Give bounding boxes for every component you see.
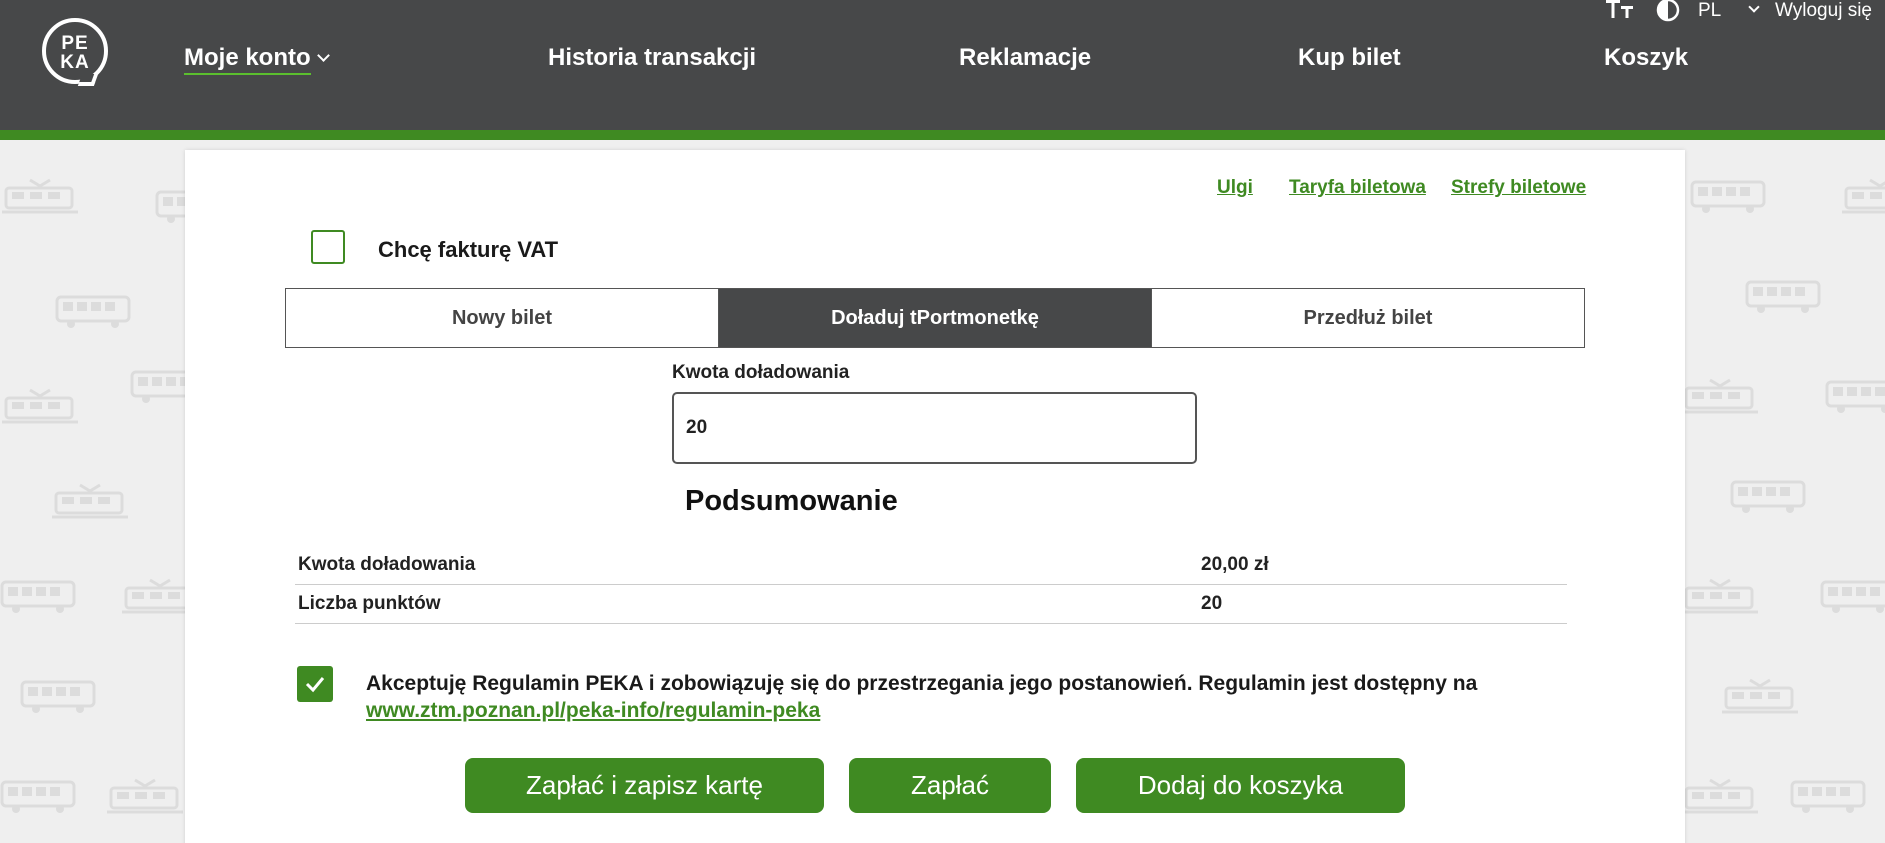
link-taryfa-biletowa[interactable]: Taryfa biletowa bbox=[1289, 177, 1426, 199]
nav-kup-bilet[interactable]: Kup bilet bbox=[1298, 44, 1401, 72]
bus-icon bbox=[55, 293, 135, 329]
contrast-icon[interactable] bbox=[1656, 0, 1680, 22]
summary-row-label: Kwota doładowania bbox=[298, 554, 476, 575]
tram-icon bbox=[1680, 778, 1760, 814]
chevron-down-icon bbox=[316, 49, 330, 62]
nav-koszyk[interactable]: Koszyk bbox=[1604, 44, 1688, 72]
tram-icon bbox=[1680, 378, 1760, 414]
tab-doladuj-tportmonetke[interactable]: Doładuj tPortmonetkę bbox=[719, 289, 1152, 347]
bus-icon bbox=[1745, 278, 1825, 314]
tram-icon bbox=[105, 778, 185, 814]
topup-card: Ulgi Taryfa biletowa Strefy biletowe Chc… bbox=[185, 150, 1685, 843]
bus-icon bbox=[0, 578, 80, 614]
amount-label: Kwota doładowania bbox=[672, 362, 850, 383]
checkmark-icon bbox=[305, 677, 325, 693]
bus-icon bbox=[1820, 578, 1885, 614]
text-size-icon[interactable] bbox=[1606, 0, 1634, 20]
nav-moje-konto[interactable]: Moje konto bbox=[184, 44, 330, 75]
add-to-cart-button[interactable]: Dodaj do koszyka bbox=[1076, 758, 1405, 813]
chevron-down-icon bbox=[1748, 1, 1760, 13]
page: PE KA Moje konto Historia transakcji Rek… bbox=[0, 0, 1885, 843]
tab-przedluz-bilet[interactable]: Przedłuż bilet bbox=[1152, 289, 1584, 347]
link-ulgi[interactable]: Ulgi bbox=[1217, 177, 1253, 199]
ticket-type-tabs: Nowy bilet Doładuj tPortmonetkę Przedłuż… bbox=[285, 288, 1585, 348]
vat-invoice-label: Chcę fakturę VAT bbox=[378, 237, 559, 262]
bus-icon bbox=[1730, 478, 1810, 514]
summary-row-value: 20,00 zł bbox=[1201, 554, 1269, 575]
nav-moje-konto-label: Moje konto bbox=[184, 44, 311, 75]
accept-terms-text: Akceptuję Regulamin PEKA i zobowiązuję s… bbox=[366, 672, 1478, 695]
logo-tail bbox=[77, 74, 99, 86]
tram-icon bbox=[50, 483, 130, 519]
logo-text-bottom: KA bbox=[60, 52, 90, 73]
regulamin-link[interactable]: www.ztm.poznan.pl/peka-info/regulamin-pe… bbox=[366, 699, 820, 723]
accept-terms-checkbox[interactable] bbox=[297, 666, 333, 702]
tram-icon bbox=[1680, 578, 1760, 614]
link-strefy-biletowe[interactable]: Strefy biletowe bbox=[1451, 177, 1586, 199]
tab-nowy-bilet[interactable]: Nowy bilet bbox=[286, 289, 719, 347]
tram-icon bbox=[0, 178, 80, 214]
summary-row: Liczba punktów 20 bbox=[295, 585, 1567, 624]
tram-icon bbox=[1840, 178, 1885, 214]
language-label: PL bbox=[1698, 0, 1721, 21]
logout-link[interactable]: Wyloguj się bbox=[1775, 0, 1872, 22]
header-green-stripe bbox=[0, 130, 1885, 140]
summary-row: Kwota doładowania 20,00 zł bbox=[295, 546, 1567, 585]
pay-button[interactable]: Zapłać bbox=[849, 758, 1051, 813]
bus-icon bbox=[20, 678, 100, 714]
language-select[interactable]: PL bbox=[1698, 0, 1760, 22]
tram-icon bbox=[0, 388, 80, 424]
tram-icon bbox=[1720, 678, 1800, 714]
amount-input[interactable] bbox=[672, 392, 1197, 464]
summary-row-value: 20 bbox=[1201, 593, 1223, 614]
bus-icon bbox=[1690, 178, 1770, 214]
pay-and-save-card-button[interactable]: Zapłać i zapisz kartę bbox=[465, 758, 824, 813]
summary-title: Podsumowanie bbox=[685, 485, 898, 517]
nav-historia-transakcji[interactable]: Historia transakcji bbox=[548, 44, 756, 72]
vat-invoice-checkbox[interactable] bbox=[311, 230, 345, 264]
nav-reklamacje[interactable]: Reklamacje bbox=[959, 44, 1091, 72]
bus-icon bbox=[1825, 378, 1885, 414]
summary-row-label: Liczba punktów bbox=[298, 593, 441, 614]
bus-icon bbox=[0, 778, 80, 814]
bus-icon bbox=[1790, 778, 1870, 814]
logo-text-top: PE bbox=[61, 33, 89, 54]
top-header: PE KA Moje konto Historia transakcji Rek… bbox=[0, 0, 1885, 130]
